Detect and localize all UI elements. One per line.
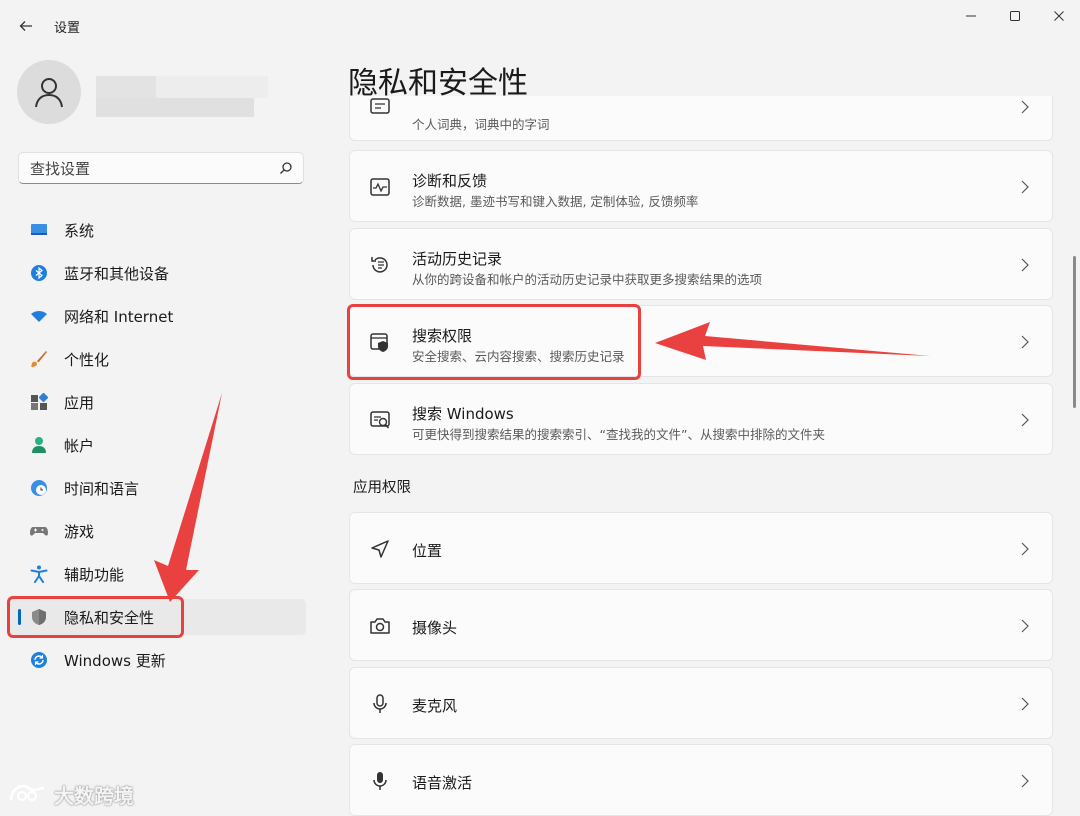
nav-item-label: Windows 更新 bbox=[64, 652, 166, 670]
nav-item-label: 帐户 bbox=[64, 437, 95, 455]
brush-icon bbox=[31, 351, 47, 367]
nav-item-label: 时间和语言 bbox=[64, 480, 140, 498]
nav-item-label: 个性化 bbox=[64, 351, 110, 369]
nav-item-label: 系统 bbox=[64, 222, 95, 240]
chevron-right-icon bbox=[1021, 258, 1029, 272]
chevron-right-icon bbox=[1021, 542, 1029, 556]
highlight-box-search-permissions bbox=[347, 304, 641, 380]
user-icon bbox=[35, 78, 63, 108]
chevron-right-icon bbox=[1021, 335, 1029, 349]
settings-card-microphone[interactable]: 麦克风 bbox=[349, 667, 1053, 739]
search-box[interactable] bbox=[18, 152, 304, 184]
minimize-button[interactable] bbox=[951, 6, 991, 26]
card-title: 麦克风 bbox=[412, 697, 458, 715]
nav-item-system[interactable]: 系统 bbox=[8, 212, 306, 248]
nav-item-accounts[interactable]: 帐户 bbox=[8, 427, 306, 463]
nav-item-label: 辅助功能 bbox=[64, 566, 125, 584]
card-title: 位置 bbox=[412, 542, 443, 560]
watermark: 大数跨境 bbox=[8, 780, 134, 809]
account-name-blurred-2 bbox=[156, 76, 268, 98]
close-icon bbox=[1054, 11, 1064, 21]
maximize-button[interactable] bbox=[995, 6, 1035, 26]
system-icon bbox=[31, 224, 47, 235]
settings-card-location[interactable]: 位置 bbox=[349, 512, 1053, 584]
back-arrow-icon bbox=[19, 21, 32, 31]
card-title: 语音激活 bbox=[412, 774, 473, 792]
nav-item-label: 游戏 bbox=[64, 523, 95, 541]
nav-item-time-language[interactable]: 时间和语言 bbox=[8, 470, 306, 506]
search-input[interactable] bbox=[28, 158, 272, 180]
chevron-right-icon bbox=[1021, 413, 1029, 427]
card-subtitle: 从你的跨设备和帐户的活动历史记录中获取更多搜索结果的选项 bbox=[412, 272, 763, 287]
location-icon bbox=[371, 540, 389, 558]
game-controller-icon bbox=[30, 527, 48, 536]
apps-icon bbox=[31, 393, 48, 410]
account-email-blurred bbox=[96, 98, 254, 117]
settings-card-search-windows[interactable]: 搜索 Windows 可更快得到搜索结果的搜索索引、“查找我的文件”、从搜索中排… bbox=[349, 383, 1053, 455]
voice-activation-icon bbox=[373, 772, 387, 790]
chevron-right-icon bbox=[1021, 100, 1029, 114]
chevron-right-icon bbox=[1021, 697, 1029, 711]
minimize-icon bbox=[966, 15, 976, 17]
back-button[interactable] bbox=[14, 14, 38, 38]
nav-item-label: 应用 bbox=[64, 394, 95, 412]
card-subtitle: 可更快得到搜索结果的搜索索引、“查找我的文件”、从搜索中排除的文件夹 bbox=[412, 427, 825, 442]
nav-item-apps[interactable]: 应用 bbox=[8, 384, 306, 420]
nav-item-gaming[interactable]: 游戏 bbox=[8, 513, 306, 549]
maximize-icon bbox=[1010, 11, 1020, 21]
dictionary-icon bbox=[370, 98, 390, 114]
section-title-app-permissions: 应用权限 bbox=[353, 480, 411, 496]
chevron-right-icon bbox=[1021, 619, 1029, 633]
update-icon bbox=[31, 652, 47, 668]
settings-card-camera[interactable]: 摄像头 bbox=[349, 589, 1053, 661]
avatar[interactable] bbox=[17, 60, 81, 124]
settings-card-voice-activation[interactable]: 语音激活 bbox=[349, 744, 1053, 816]
nav-item-label: 网络和 Internet bbox=[64, 308, 174, 326]
highlight-box-privacy-nav bbox=[7, 596, 184, 638]
card-title: 搜索 Windows bbox=[412, 405, 514, 423]
diagnostics-icon bbox=[370, 178, 390, 196]
nav-item-windows-update[interactable]: Windows 更新 bbox=[8, 642, 306, 678]
bluetooth-icon bbox=[31, 265, 47, 281]
card-subtitle: 个人词典，词典中的字词 bbox=[412, 117, 550, 132]
card-subtitle: 诊断数据, 墨迹书写和键入数据, 定制体验, 反馈频率 bbox=[412, 194, 699, 209]
card-title: 诊断和反馈 bbox=[412, 172, 488, 190]
wifi-icon bbox=[31, 311, 47, 322]
nav-item-accessibility[interactable]: 辅助功能 bbox=[8, 556, 306, 592]
nav-item-label: 蓝牙和其他设备 bbox=[64, 265, 170, 283]
card-clip: 个人词典，词典中的字词 bbox=[349, 96, 1053, 141]
nav-item-personalization[interactable]: 个性化 bbox=[8, 341, 306, 377]
settings-card-activity-history[interactable]: 活动历史记录 从你的跨设备和帐户的活动历史记录中获取更多搜索结果的选项 bbox=[349, 228, 1053, 300]
accessibility-icon bbox=[30, 565, 48, 583]
chevron-right-icon bbox=[1021, 774, 1029, 788]
history-icon bbox=[371, 257, 388, 273]
watermark-text: 大数跨境 bbox=[54, 784, 134, 808]
search-icon[interactable] bbox=[279, 161, 293, 175]
card-title: 活动历史记录 bbox=[412, 250, 503, 268]
title-bar: 设置 bbox=[0, 0, 1080, 50]
close-button[interactable] bbox=[1039, 6, 1079, 26]
watermark-logo-icon bbox=[9, 784, 45, 801]
nav-item-bluetooth[interactable]: 蓝牙和其他设备 bbox=[8, 255, 306, 291]
account-icon bbox=[32, 437, 46, 453]
time-language-icon bbox=[31, 480, 47, 496]
search-windows-icon bbox=[370, 411, 390, 429]
card-title: 摄像头 bbox=[412, 619, 458, 637]
account-name-blurred bbox=[96, 76, 156, 98]
nav-item-network[interactable]: 网络和 Internet bbox=[8, 298, 306, 334]
chevron-right-icon bbox=[1021, 180, 1029, 194]
settings-card-diagnostics[interactable]: 诊断和反馈 诊断数据, 墨迹书写和键入数据, 定制体验, 反馈频率 bbox=[349, 150, 1053, 222]
scrollbar-thumb[interactable] bbox=[1073, 256, 1076, 408]
microphone-icon bbox=[373, 694, 387, 713]
camera-icon bbox=[370, 618, 390, 634]
app-title: 设置 bbox=[54, 21, 81, 36]
settings-card-dictionary[interactable]: 个人词典，词典中的字词 bbox=[349, 96, 1053, 141]
